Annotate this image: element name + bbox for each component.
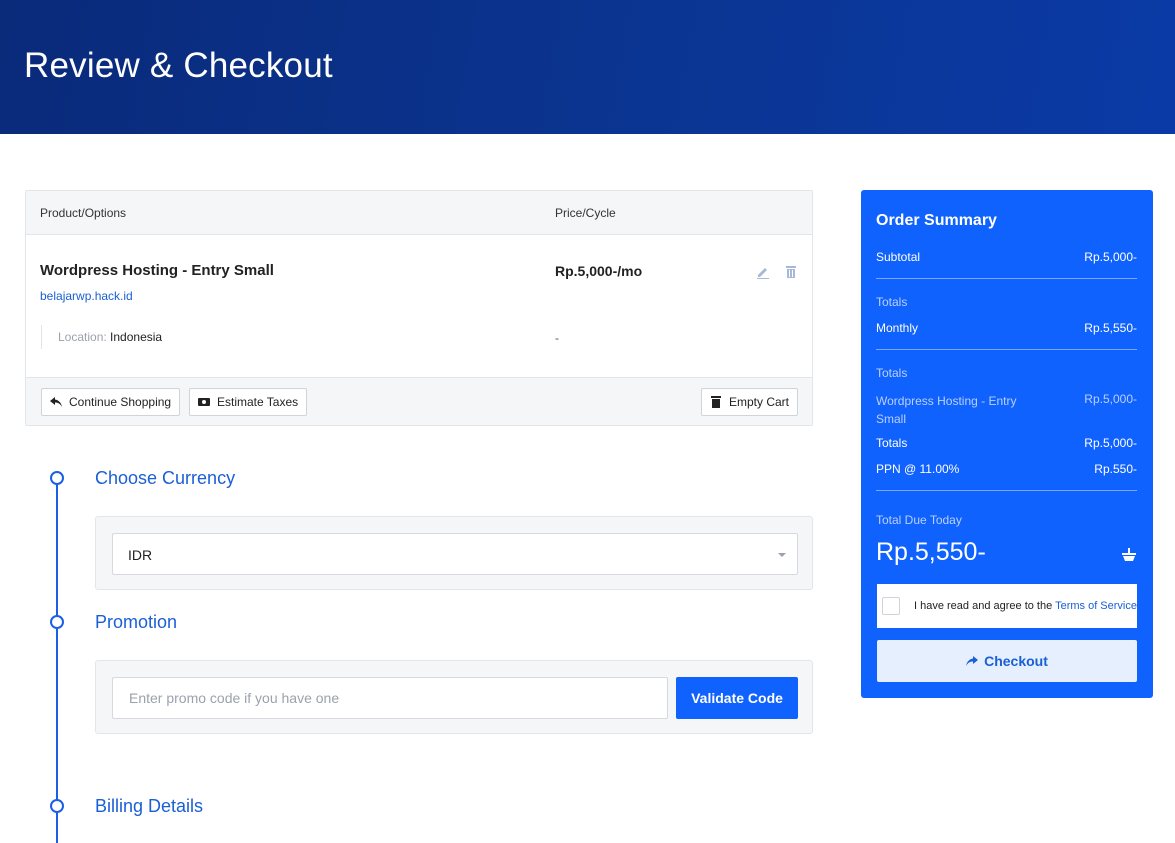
tax-value: Rp.550- <box>1094 462 1137 476</box>
totals-label: Totals <box>876 295 908 309</box>
product-name: Wordpress Hosting - Entry Small <box>40 262 274 279</box>
tax-label: PPN @ 11.00% <box>876 462 960 476</box>
monthly-label: Monthly <box>876 321 919 335</box>
column-header-product: Product/Options <box>40 206 127 220</box>
section-title-billing: Billing Details <box>95 796 204 816</box>
currency-selected-value: IDR <box>128 547 153 563</box>
currency-panel: IDR <box>95 516 813 590</box>
money-icon <box>198 398 210 406</box>
terms-agreement: I have read and agree to the Terms of Se… <box>877 584 1137 628</box>
product-price: Rp.5,000-/mo <box>555 263 643 279</box>
cart-item-row: Wordpress Hosting - Entry Small belajarw… <box>26 235 812 377</box>
step-timeline <box>56 478 58 843</box>
divider <box>876 278 1137 279</box>
trash-icon <box>711 396 721 408</box>
subtotal-row: Subtotal Rp.5,000- <box>876 250 1137 264</box>
terms-checkbox[interactable] <box>882 597 900 615</box>
option-price: - <box>555 331 559 345</box>
empty-cart-label: Empty Cart <box>729 395 790 409</box>
checkout-button[interactable]: Checkout <box>877 640 1137 682</box>
cart-table: Product/Options Price/Cycle Wordpress Ho… <box>25 190 813 426</box>
trash-icon[interactable] <box>784 265 798 279</box>
share-arrow-icon <box>966 656 979 666</box>
option-value: Indonesia <box>110 330 163 344</box>
summary-title: Order Summary <box>876 212 997 229</box>
estimate-taxes-label: Estimate Taxes <box>217 395 299 409</box>
summary-item-label: Wordpress Hosting - Entry Small <box>876 394 1017 426</box>
currency-select[interactable]: IDR <box>112 533 798 575</box>
timeline-dot-currency <box>50 471 64 485</box>
terms-of-service-link[interactable]: Terms of Service <box>1055 600 1137 612</box>
subtotal-value: Rp.5,000- <box>1084 250 1137 264</box>
tax-row: PPN @ 11.00% Rp.550- <box>876 462 1137 476</box>
column-header-price: Price/Cycle <box>555 206 616 220</box>
summary-item-row: Wordpress Hosting - Entry Small Rp.5,000… <box>876 392 1137 428</box>
divider <box>876 490 1137 491</box>
terms-text-label: I have read and agree to the <box>914 600 1053 612</box>
cart-actions: Continue Shopping Estimate Taxes Empty C… <box>26 377 812 425</box>
divider <box>876 349 1137 350</box>
edit-icon[interactable] <box>756 265 770 279</box>
timeline-dot-promotion <box>50 615 64 629</box>
continue-shopping-label: Continue Shopping <box>69 395 172 409</box>
estimate-taxes-button[interactable]: Estimate Taxes <box>189 388 308 416</box>
monthly-row: Monthly Rp.5,550- <box>876 321 1137 335</box>
back-arrow-icon <box>50 397 62 407</box>
monthly-value: Rp.5,550- <box>1084 321 1137 335</box>
chevron-down-icon <box>778 553 786 557</box>
terms-text: I have read and agree to the Terms of Se… <box>914 600 1137 612</box>
page-title: Review & Checkout <box>24 46 333 85</box>
empty-cart-button[interactable]: Empty Cart <box>701 388 799 416</box>
validate-code-button[interactable]: Validate Code <box>676 677 798 719</box>
totals-label: Totals <box>876 366 908 380</box>
order-summary: Order Summary Subtotal Rp.5,000- Totals … <box>861 190 1153 698</box>
timeline-dot-billing <box>50 799 64 813</box>
basket-icon <box>1122 548 1136 561</box>
continue-shopping-button[interactable]: Continue Shopping <box>41 388 181 416</box>
cart-table-header: Product/Options Price/Cycle <box>26 191 812 235</box>
summary-item-value: Rp.5,000- <box>1084 392 1137 406</box>
section-title-currency: Choose Currency <box>95 468 236 488</box>
promo-code-input[interactable] <box>112 677 668 719</box>
total-due-label: Total Due Today <box>876 513 962 527</box>
product-option: Location: Indonesia <box>41 325 162 349</box>
total-due-value: Rp.5,550- <box>876 538 986 566</box>
checkout-label: Checkout <box>984 653 1048 669</box>
totals-row-label: Totals <box>876 436 908 450</box>
totals-row: Totals Rp.5,000- <box>876 436 1137 450</box>
promotion-panel: Validate Code <box>95 660 813 734</box>
option-label: Location: <box>58 330 107 344</box>
subtotal-label: Subtotal <box>876 250 921 264</box>
section-title-promotion: Promotion <box>95 612 178 632</box>
totals-row-value: Rp.5,000- <box>1084 436 1137 450</box>
product-domain-link[interactable]: belajarwp.hack.id <box>40 289 133 303</box>
page-header: Review & Checkout <box>0 0 1175 134</box>
